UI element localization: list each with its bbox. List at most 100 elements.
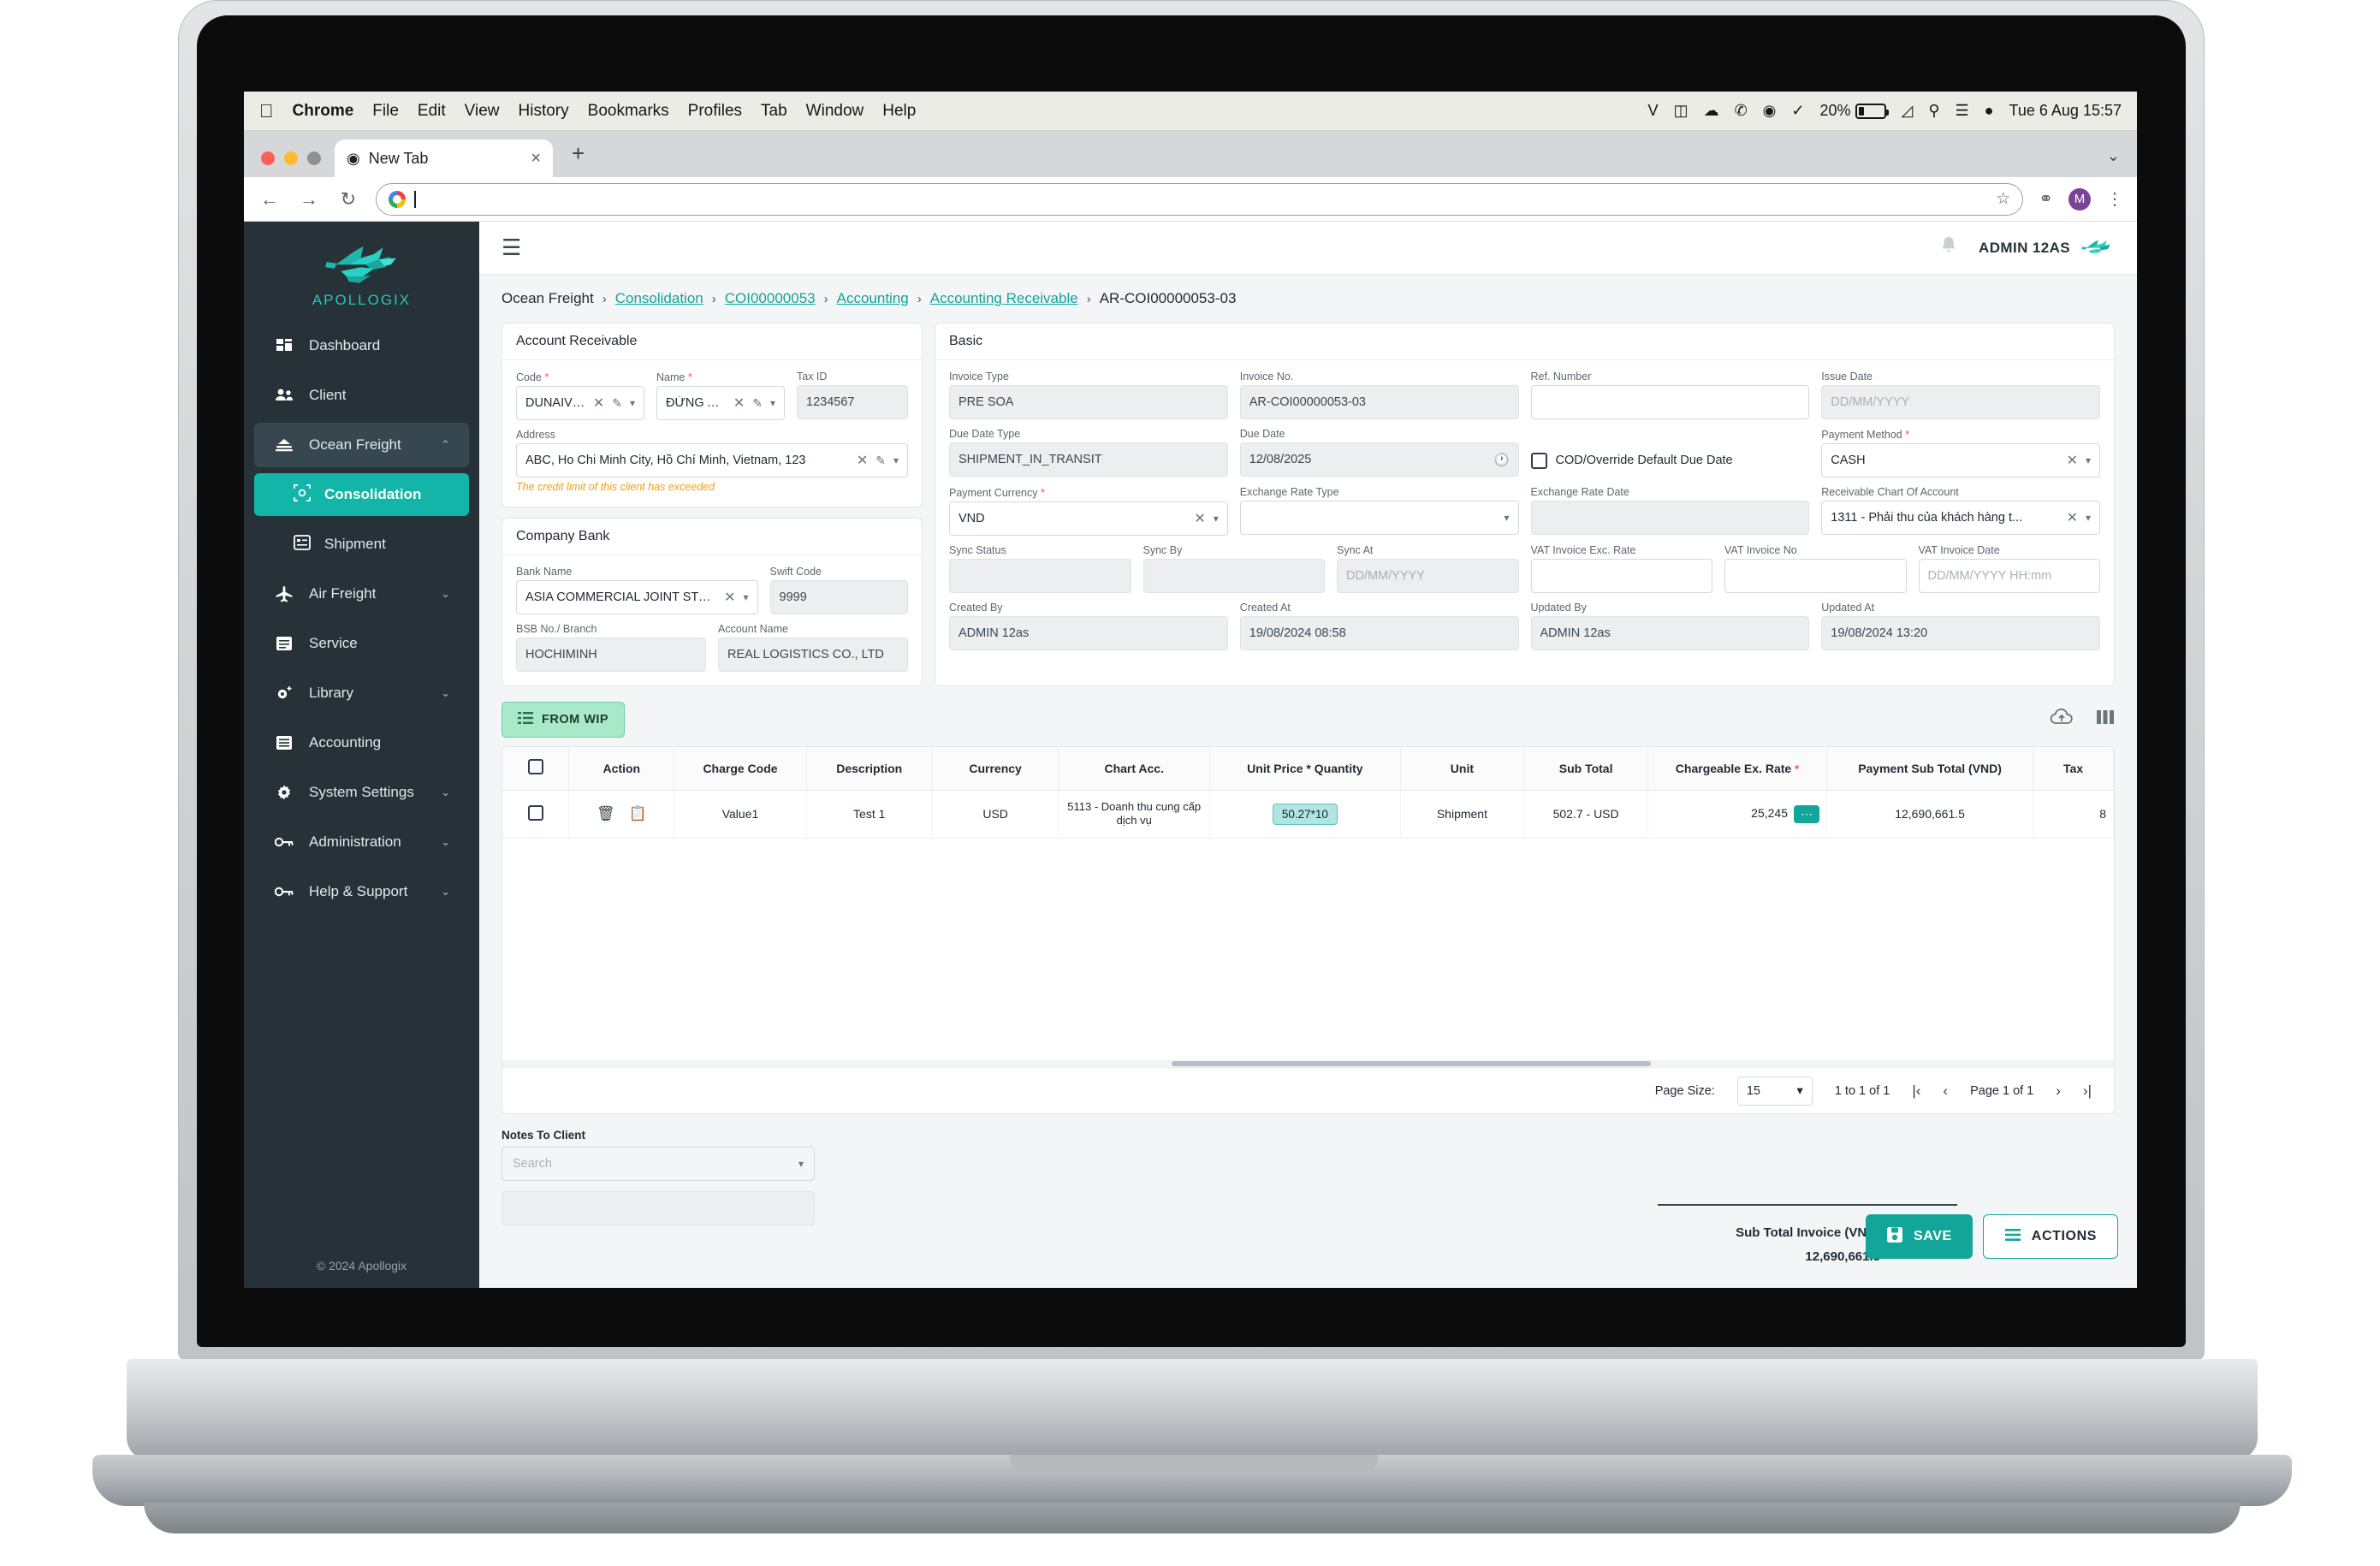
breadcrumb-item-2[interactable]: COI00000053	[725, 290, 816, 307]
col-description[interactable]: Description	[806, 747, 933, 791]
exchange-rate-type-input[interactable]: ▾	[1239, 501, 1519, 535]
maximize-window-button[interactable]	[307, 151, 321, 165]
col-action[interactable]: Action	[568, 747, 675, 791]
cell-chart-acc[interactable]: 5113 - Doanh thu cung cấp dịch vụ	[1058, 790, 1211, 839]
notification-bell-icon[interactable]	[1939, 235, 1958, 261]
check-shield-icon[interactable]: ✓	[1791, 102, 1804, 120]
note-details-field[interactable]	[502, 1191, 815, 1225]
back-button[interactable]: ←	[258, 188, 282, 211]
payment-method-input[interactable]: CASH ✕ ▾	[1821, 443, 2100, 478]
cod-checkbox-row[interactable]: COD/Override Default Due Date	[1530, 443, 1810, 478]
cell-payment-sub-total[interactable]: 12,690,661.5	[1826, 790, 2034, 839]
more-options-button[interactable]: ⋯	[1793, 804, 1819, 823]
swift-code-input[interactable]: 9999	[769, 580, 908, 614]
clear-icon[interactable]: ✕	[2067, 452, 2078, 469]
chevron-down-icon[interactable]: ▾	[1214, 513, 1219, 525]
chevron-down-icon[interactable]: ⌄	[441, 835, 450, 849]
menu-edit[interactable]: Edit	[418, 102, 446, 121]
prev-page-button[interactable]: ‹	[1943, 1083, 1948, 1100]
browser-tab[interactable]: ◉ New Tab ×	[335, 139, 553, 177]
clear-icon[interactable]: ✕	[733, 394, 745, 412]
col-payment-sub-total[interactable]: Payment Sub Total (VND)	[1826, 747, 2034, 791]
col-chart-acc[interactable]: Chart Acc.	[1058, 747, 1211, 791]
due-date-input[interactable]: 12/08/2025 🕐	[1239, 442, 1519, 477]
sidebar-item-consolidation[interactable]: Consolidation	[254, 473, 469, 516]
first-page-button[interactable]: |‹	[1912, 1083, 1920, 1100]
address-input[interactable]: ABC, Ho Chi Minh City, Hồ Chí Minh, Viet…	[516, 443, 908, 478]
cloud-upload-icon[interactable]	[2050, 708, 2074, 732]
notes-search-select[interactable]: Search ▾	[502, 1147, 815, 1181]
breadcrumb-item-3[interactable]: Accounting	[837, 290, 909, 307]
chrome-menu-icon[interactable]: ⋮	[2106, 188, 2123, 210]
sidebar-item-shipment[interactable]: Shipment	[254, 523, 469, 566]
cell-currency[interactable]: USD	[932, 790, 1059, 839]
row-select-cell[interactable]	[502, 790, 570, 839]
sidebar-item-accounting[interactable]: Accounting	[254, 721, 469, 765]
spotlight-search-icon[interactable]: ⚲	[1928, 102, 1939, 120]
clear-icon[interactable]: ✕	[1194, 510, 1205, 527]
chevron-down-icon[interactable]: ▾	[630, 397, 635, 409]
col-sub-total[interactable]: Sub Total	[1523, 747, 1648, 791]
invoice-no-input[interactable]: AR-COI00000053-03	[1239, 385, 1519, 419]
menu-history[interactable]: History	[519, 102, 569, 121]
sync-at-input[interactable]: DD/MM/YYYY	[1337, 559, 1519, 593]
vat-invoice-no-input[interactable]	[1724, 559, 1907, 593]
chevron-down-icon[interactable]: ▾	[2086, 454, 2091, 466]
chevron-down-icon[interactable]: ▾	[1504, 512, 1509, 524]
menu-window[interactable]: Window	[806, 102, 864, 121]
sidebar-item-system-settings[interactable]: System Settings ⌄	[254, 770, 469, 815]
next-page-button[interactable]: ›	[2056, 1083, 2061, 1100]
actions-button[interactable]: ACTIONS	[1982, 1214, 2118, 1259]
chevron-down-icon[interactable]: ▾	[744, 591, 749, 603]
bsb-input[interactable]: HOCHIMINH	[516, 638, 706, 672]
delete-icon[interactable]: 🗑	[596, 805, 615, 822]
clear-icon[interactable]: ✕	[2067, 509, 2078, 526]
issue-date-input[interactable]: DD/MM/YYYY	[1821, 385, 2100, 419]
col-chargeable-ex-rate[interactable]: Chargeable Ex. Rate *	[1647, 747, 1827, 791]
vpn-status-icon[interactable]: V	[1648, 102, 1659, 120]
clock-label[interactable]: Tue 6 Aug 15:57	[2009, 102, 2122, 120]
chevron-down-icon[interactable]: ▾	[2086, 512, 2091, 524]
unit-price-qty-chip[interactable]: 50.27*10	[1272, 803, 1338, 825]
menu-profiles[interactable]: Profiles	[688, 102, 742, 121]
row-checkbox[interactable]	[527, 804, 543, 821]
exchange-rate-date-input[interactable]	[1530, 501, 1810, 535]
code-input[interactable]: DUNAIVNS... ✕ ✎ ▾	[516, 386, 644, 420]
name-input[interactable]: ĐỪNG AI S... ✕ ✎ ▾	[656, 386, 785, 420]
brand-logo[interactable]: APOLLOGIX	[244, 222, 479, 321]
sidebar-item-service[interactable]: Service	[254, 621, 469, 666]
cell-unit-price-qty[interactable]: 50.27*10	[1209, 790, 1401, 839]
menu-tab[interactable]: Tab	[761, 102, 787, 121]
chevron-down-icon[interactable]: ⌄	[441, 786, 450, 799]
select-all-header[interactable]	[502, 747, 570, 791]
chevron-up-icon[interactable]: ⌃	[441, 438, 450, 452]
chevron-down-icon[interactable]: ⌄	[441, 686, 450, 700]
col-tax[interactable]: Tax	[2033, 747, 2114, 791]
chevron-down-icon[interactable]: ▾	[798, 1158, 804, 1170]
account-name-input[interactable]: REAL LOGISTICS CO., LTD	[718, 638, 908, 672]
tab-close-icon[interactable]: ×	[531, 149, 541, 169]
cell-description[interactable]: Test 1	[806, 790, 933, 839]
clock-icon[interactable]: 🕐	[1493, 453, 1509, 467]
sidebar-item-client[interactable]: Client	[254, 373, 469, 418]
menu-help[interactable]: Help	[882, 102, 916, 121]
wifi-icon[interactable]: ◿	[1902, 102, 1914, 120]
col-charge-code[interactable]: Charge Code	[674, 747, 807, 791]
vat-invoice-date-input[interactable]: DD/MM/YYYY HH:mm	[1918, 559, 2100, 593]
table-horizontal-scrollbar[interactable]	[502, 1060, 2114, 1067]
tabstrip-chevron-icon[interactable]: ⌄	[2107, 147, 2137, 177]
minimize-window-button[interactable]	[284, 151, 298, 165]
ref-number-input[interactable]	[1530, 385, 1810, 419]
sidebar-item-ocean-freight[interactable]: Ocean Freight ⌃	[254, 423, 469, 467]
phone-badge-icon[interactable]: ✆	[1735, 102, 1748, 120]
save-button[interactable]: SAVE	[1866, 1214, 1973, 1259]
chevron-down-icon[interactable]: ▾	[770, 397, 775, 409]
columns-icon[interactable]	[2096, 709, 2115, 731]
profile-avatar[interactable]: M	[2068, 187, 2091, 211]
sidebar-item-air-freight[interactable]: Air Freight ⌄	[254, 572, 469, 616]
bookmark-star-icon[interactable]: ☆	[1996, 189, 2010, 209]
clear-icon[interactable]: ✕	[593, 394, 604, 412]
scrollbar-thumb[interactable]	[1171, 1061, 1651, 1066]
sidebar-item-dashboard[interactable]: Dashboard	[254, 323, 469, 368]
copy-icon[interactable]: 📋	[628, 805, 646, 822]
